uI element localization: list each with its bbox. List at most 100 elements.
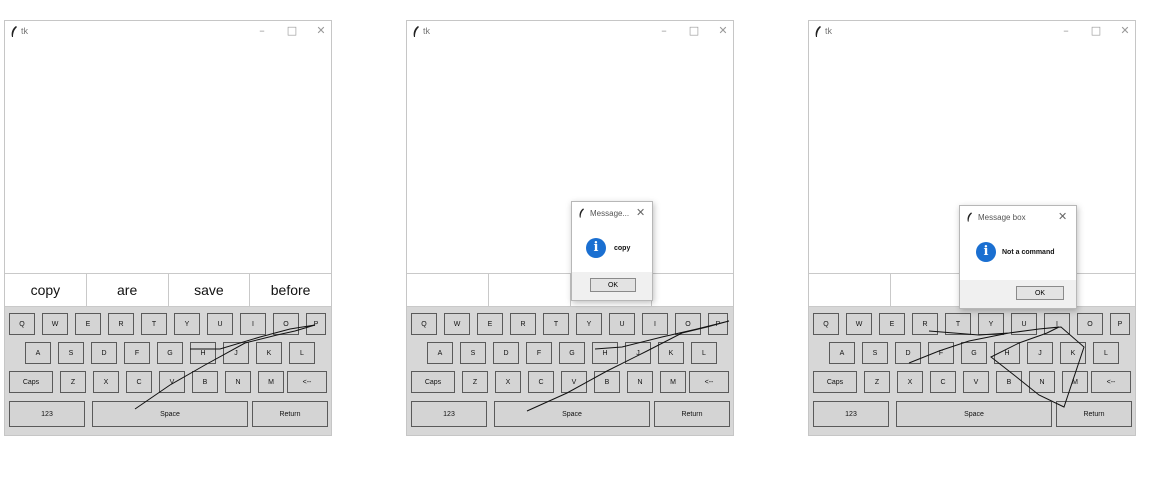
key-n[interactable]: N	[627, 371, 653, 393]
key-backspace[interactable]: <--	[1091, 371, 1131, 393]
key-123[interactable]: 123	[813, 401, 889, 427]
key-c[interactable]: C	[930, 371, 956, 393]
key-r[interactable]: R	[510, 313, 536, 335]
key-g[interactable]: G	[559, 342, 585, 364]
suggestion-button[interactable]	[809, 274, 891, 306]
minimize-button[interactable]: –	[255, 24, 269, 37]
key-a[interactable]: A	[829, 342, 855, 364]
minimize-button[interactable]: –	[657, 24, 671, 37]
key-backspace[interactable]: <--	[689, 371, 729, 393]
key-g[interactable]: G	[961, 342, 987, 364]
key-r[interactable]: R	[108, 313, 134, 335]
key-y[interactable]: Y	[978, 313, 1004, 335]
key-o[interactable]: O	[1077, 313, 1103, 335]
key-f[interactable]: F	[124, 342, 150, 364]
key-v[interactable]: V	[963, 371, 989, 393]
ok-button[interactable]: OK	[1016, 286, 1064, 300]
suggestion-button[interactable]: are	[86, 274, 169, 306]
key-l[interactable]: L	[691, 342, 717, 364]
key-s[interactable]: S	[460, 342, 486, 364]
key-a[interactable]: A	[25, 342, 51, 364]
key-f[interactable]: F	[928, 342, 954, 364]
key-y[interactable]: Y	[576, 313, 602, 335]
key-caps[interactable]: Caps	[9, 371, 53, 393]
maximize-button[interactable]: □	[285, 24, 299, 37]
key-backspace[interactable]: <--	[287, 371, 327, 393]
suggestion-button[interactable]	[652, 274, 733, 306]
key-m[interactable]: M	[1062, 371, 1088, 393]
key-c[interactable]: C	[528, 371, 554, 393]
key-m[interactable]: M	[660, 371, 686, 393]
key-k[interactable]: K	[1060, 342, 1086, 364]
minimize-button[interactable]: –	[1059, 24, 1073, 37]
key-a[interactable]: A	[427, 342, 453, 364]
text-canvas[interactable]	[5, 43, 331, 292]
key-g[interactable]: G	[157, 342, 183, 364]
key-v[interactable]: V	[561, 371, 587, 393]
key-o[interactable]: O	[675, 313, 701, 335]
key-z[interactable]: Z	[462, 371, 488, 393]
key-r[interactable]: R	[912, 313, 938, 335]
key-v[interactable]: V	[159, 371, 185, 393]
close-button[interactable]: ✕	[314, 24, 328, 37]
key-u[interactable]: U	[207, 313, 233, 335]
key-space[interactable]: Space	[494, 401, 650, 427]
key-123[interactable]: 123	[9, 401, 85, 427]
key-f[interactable]: F	[526, 342, 552, 364]
key-c[interactable]: C	[126, 371, 152, 393]
key-b[interactable]: B	[996, 371, 1022, 393]
key-space[interactable]: Space	[896, 401, 1052, 427]
maximize-button[interactable]: □	[687, 24, 701, 37]
key-j[interactable]: J	[1027, 342, 1053, 364]
key-h[interactable]: H	[592, 342, 618, 364]
key-k[interactable]: K	[256, 342, 282, 364]
key-d[interactable]: D	[91, 342, 117, 364]
key-z[interactable]: Z	[60, 371, 86, 393]
key-i[interactable]: I	[240, 313, 266, 335]
key-x[interactable]: X	[495, 371, 521, 393]
key-p[interactable]: P	[1110, 313, 1130, 335]
suggestion-button[interactable]	[407, 274, 489, 306]
key-space[interactable]: Space	[92, 401, 248, 427]
key-t[interactable]: T	[543, 313, 569, 335]
key-o[interactable]: O	[273, 313, 299, 335]
key-b[interactable]: B	[594, 371, 620, 393]
key-s[interactable]: S	[862, 342, 888, 364]
key-l[interactable]: L	[1093, 342, 1119, 364]
suggestion-button[interactable]: copy	[5, 274, 87, 306]
close-button[interactable]: ✕	[716, 24, 730, 37]
key-t[interactable]: T	[141, 313, 167, 335]
key-i[interactable]: I	[1044, 313, 1070, 335]
key-e[interactable]: E	[879, 313, 905, 335]
key-d[interactable]: D	[895, 342, 921, 364]
key-z[interactable]: Z	[864, 371, 890, 393]
suggestion-button[interactable]: before	[250, 274, 331, 306]
suggestion-button[interactable]	[488, 274, 571, 306]
close-button[interactable]: ✕	[1118, 24, 1132, 37]
key-l[interactable]: L	[289, 342, 315, 364]
key-w[interactable]: W	[444, 313, 470, 335]
key-w[interactable]: W	[846, 313, 872, 335]
dialog-close-button[interactable]: ✕	[636, 206, 645, 219]
key-return[interactable]: Return	[252, 401, 328, 427]
key-q[interactable]: Q	[9, 313, 35, 335]
key-caps[interactable]: Caps	[411, 371, 455, 393]
maximize-button[interactable]: □	[1089, 24, 1103, 37]
key-b[interactable]: B	[192, 371, 218, 393]
key-h[interactable]: H	[994, 342, 1020, 364]
key-return[interactable]: Return	[654, 401, 730, 427]
key-q[interactable]: Q	[813, 313, 839, 335]
key-return[interactable]: Return	[1056, 401, 1132, 427]
key-p[interactable]: P	[306, 313, 326, 335]
dialog-close-button[interactable]: ✕	[1058, 210, 1067, 223]
key-e[interactable]: E	[477, 313, 503, 335]
key-t[interactable]: T	[945, 313, 971, 335]
key-u[interactable]: U	[609, 313, 635, 335]
key-q[interactable]: Q	[411, 313, 437, 335]
key-n[interactable]: N	[225, 371, 251, 393]
key-caps[interactable]: Caps	[813, 371, 857, 393]
key-n[interactable]: N	[1029, 371, 1055, 393]
key-e[interactable]: E	[75, 313, 101, 335]
suggestion-button[interactable]: save	[168, 274, 251, 306]
key-d[interactable]: D	[493, 342, 519, 364]
